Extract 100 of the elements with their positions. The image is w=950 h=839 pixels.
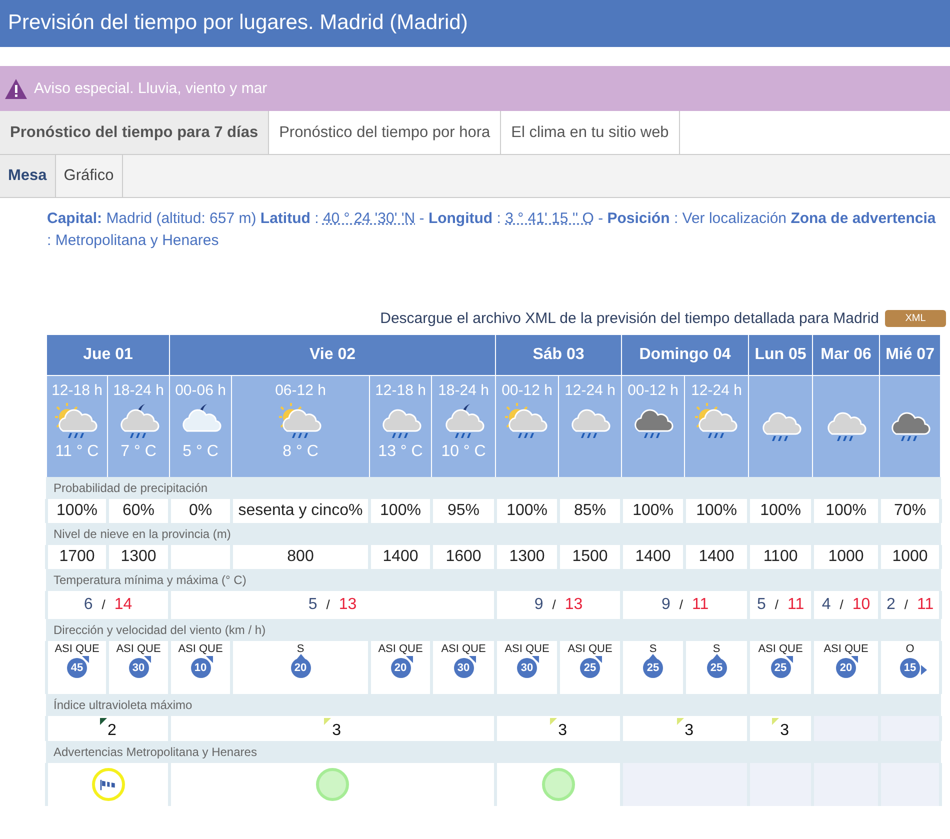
download-text: Descargue el archivo XML de la previsión del tiempo detallada para Madrid: [380, 310, 879, 327]
wind-direction: ASI QUE: [441, 643, 486, 655]
wind-speed-badge: 15: [900, 658, 920, 678]
temperature: 10 ° C: [441, 443, 486, 461]
info-text: Metropolitana y Henares: [55, 232, 219, 249]
row-label: Dirección y velocidad del viento (km / h): [54, 623, 266, 637]
temperature: 13 ° C: [378, 443, 423, 461]
separator: /: [774, 597, 778, 612]
snow-level-value: 1000: [892, 548, 928, 565]
snow-level-value: 1400: [698, 548, 734, 565]
separator: /: [904, 597, 908, 612]
warning-indicator[interactable]: [316, 768, 350, 801]
alert-text: Aviso especial. Lluvia, viento y mar: [34, 80, 268, 97]
wind-speed-badge: 20: [836, 658, 856, 678]
period-label: 12-18 h: [375, 382, 426, 399]
temperature: 5 ° C: [182, 443, 218, 461]
wind-speed-badge: 45: [67, 658, 87, 678]
snow-level-value: 1700: [59, 548, 95, 565]
precipitation-value: 95%: [448, 502, 480, 519]
coordinate-link[interactable]: 40 ° 24 '30' 'N: [322, 210, 416, 227]
info-text: :: [314, 210, 319, 227]
day-header: Mar 06: [812, 335, 880, 376]
period-label: 00-12 h: [628, 382, 678, 399]
day-header: Mié 07: [880, 335, 941, 376]
max-temperature: 10: [852, 596, 870, 613]
row-label: Índice ultravioleta máximo: [54, 698, 192, 712]
period-label: 18-24 h: [113, 382, 164, 399]
day-header: Vie 02: [170, 335, 496, 376]
xml-button[interactable]: XML: [885, 310, 946, 327]
wind-speed-badge: 30: [128, 658, 148, 678]
snow-level-value: 1500: [572, 548, 608, 565]
wind-speed-badge: 25: [580, 658, 600, 678]
min-temperature: 6: [84, 596, 93, 613]
location-link[interactable]: Ver localización: [682, 210, 787, 227]
wind-direction: ASI QUE: [568, 643, 612, 655]
wind-direction: ASI QUE: [758, 643, 803, 655]
row-label: Temperatura mínima y máxima (° C): [54, 573, 246, 587]
day-header: Sáb 03: [496, 335, 622, 376]
precipitation-value: 100%: [506, 502, 548, 519]
info-label: Posición: [607, 210, 670, 227]
uv-index: 2: [108, 722, 116, 740]
precipitation-value: 100%: [760, 502, 801, 519]
row-label: Nivel de nieve en la provincia (m): [54, 527, 231, 541]
precipitation-value: 100%: [632, 502, 674, 519]
info-label: Zona de advertencia: [790, 210, 936, 227]
wind-direction: S: [296, 643, 304, 655]
precipitation-value: 0%: [188, 502, 212, 519]
wind-direction: ASI QUE: [116, 643, 161, 655]
wind-speed-badge: 10: [190, 658, 210, 678]
wind-speed-badge: 25: [643, 658, 664, 678]
temperature: 8 ° C: [282, 443, 318, 461]
min-temperature: 2: [886, 596, 896, 613]
tab[interactable]: El clima en tu sitio web: [501, 111, 680, 154]
warning-indicator[interactable]: [542, 768, 576, 801]
tab[interactable]: Pronóstico del tiempo por hora: [269, 111, 502, 154]
period-label: 06-12 h: [275, 382, 326, 399]
min-temperature: 5: [756, 596, 766, 613]
coordinate-link[interactable]: 3 ° 41' 15 '' O: [505, 210, 594, 227]
wind-speed-badge: 20: [390, 658, 410, 678]
tab[interactable]: Pronóstico del tiempo para 7 días: [0, 111, 270, 154]
wind-direction: O: [906, 643, 914, 655]
max-temperature: 13: [564, 596, 583, 613]
wind-direction: ASI QUE: [504, 643, 550, 655]
uv-index: 3: [780, 722, 789, 740]
precipitation-value: 100%: [56, 502, 98, 519]
info-label: Capital:: [47, 210, 102, 227]
precipitation-value: sesenta y cinco%: [238, 502, 363, 519]
precipitation-value: 60%: [122, 502, 155, 519]
snow-level-value: 1400: [635, 548, 671, 565]
min-temperature: 9: [534, 596, 544, 613]
wind-speed-badge: 30: [517, 658, 538, 678]
max-temperature: 11: [916, 596, 934, 613]
min-temperature: 5: [308, 596, 318, 613]
snow-level-value: 1000: [828, 548, 864, 565]
view-tab[interactable]: Mesa: [0, 155, 56, 197]
info-text: -: [419, 210, 424, 227]
separator: /: [326, 597, 330, 612]
uv-index: 3: [332, 722, 341, 740]
wind-speed-badge: 25: [706, 658, 727, 678]
separator: /: [102, 597, 106, 612]
temperature: 11 ° C: [55, 443, 99, 461]
wind-speed-badge: 20: [290, 658, 310, 678]
day-header: Lun 05: [748, 335, 813, 376]
wind-direction: S: [712, 643, 720, 655]
info-text: :: [496, 210, 501, 227]
separator: /: [679, 597, 683, 612]
separator: /: [552, 597, 556, 612]
precipitation-value: 100%: [826, 502, 866, 519]
max-temperature: 13: [338, 596, 357, 613]
info-text: :: [674, 210, 678, 227]
page-title: Previsión del tiempo por lugares. Madrid (Madrid): [0, 0, 950, 47]
wind-warning-icon[interactable]: [92, 768, 124, 801]
wind-direction: ASI QUE: [178, 643, 223, 655]
min-temperature: 9: [661, 596, 670, 613]
wind-direction: ASI QUE: [824, 643, 868, 655]
snow-level-value: 1400: [382, 548, 418, 565]
period-label: 18-24 h: [438, 382, 489, 399]
snow-level-value: 1600: [446, 548, 482, 565]
snow-level-value: 1300: [509, 548, 545, 565]
precipitation-value: 100%: [380, 502, 421, 519]
